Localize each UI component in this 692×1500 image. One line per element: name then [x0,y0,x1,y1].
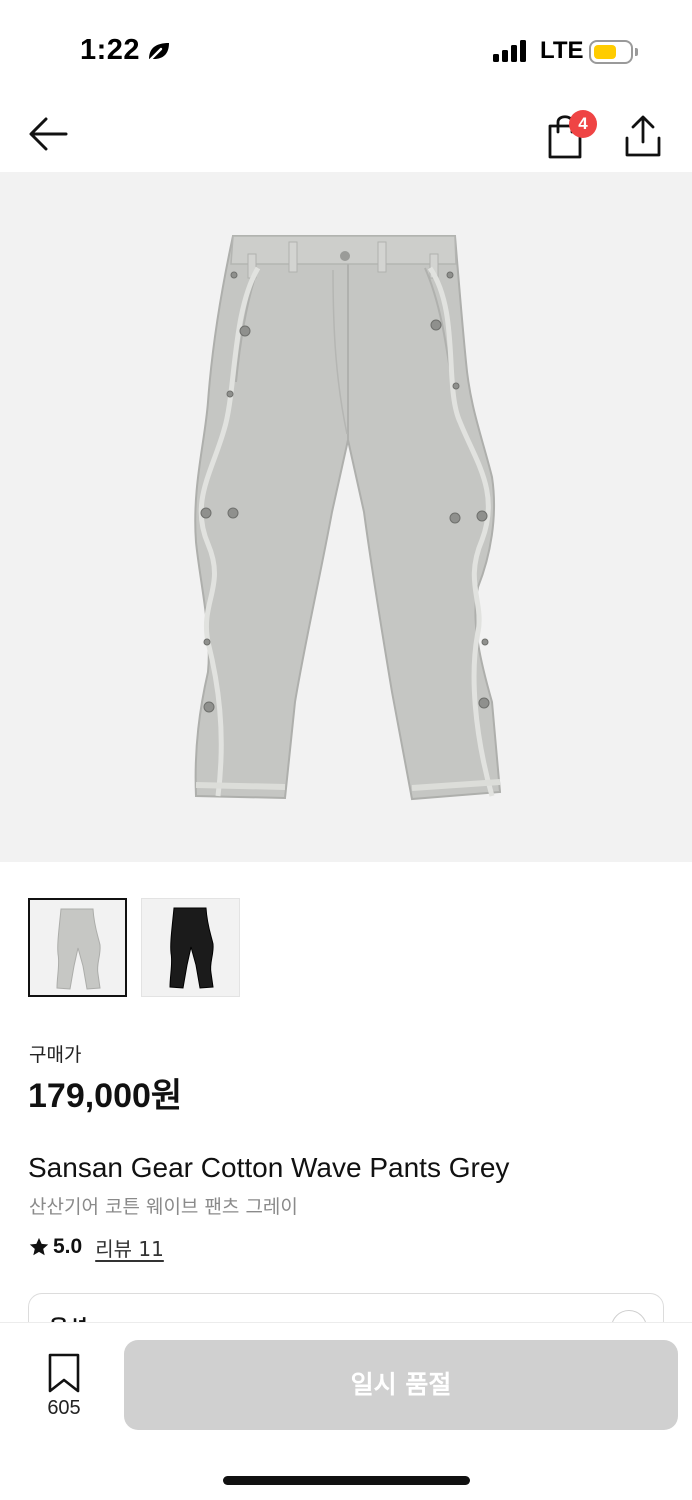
cart-count-badge: 4 [569,110,597,138]
product-price: 179,000원 [28,1077,183,1115]
bookmark-icon [48,1353,80,1393]
rating-row: 5.0 리뷰 11 [28,1233,164,1262]
product-title-ko: 산산기어 코튼 웨이브 팬츠 그레이 [29,1196,298,1218]
product-image[interactable] [0,172,692,862]
arrow-left-icon [29,117,68,151]
grey-pants-image [194,235,502,801]
grey-pants-thumbnail-image [56,908,101,990]
grey-pants-thumbnail[interactable] [28,898,127,997]
battery-level [594,45,616,59]
home-indicator[interactable] [223,1476,470,1485]
sold-out-button[interactable]: 일시 품절 [124,1340,678,1430]
wishlist-count: 605 [47,1397,81,1419]
cellular-signal-icon [493,40,529,62]
rating-score: 5.0 [53,1235,83,1258]
bottom-action-bar: 605 일시 품절 [0,1322,692,1500]
wishlist-button[interactable]: 605 [36,1353,92,1423]
leaf-icon [148,43,169,62]
product-title-en: Sansan Gear Cotton Wave Pants Grey [28,1152,510,1183]
reviews-link[interactable]: 리뷰 11 [95,1233,164,1262]
status-time: 1:22 [80,34,141,66]
battery-icon [589,40,638,64]
back-button[interactable] [26,112,72,156]
black-pants-thumbnail[interactable] [141,898,240,997]
share-button[interactable] [622,110,666,160]
network-type: LTE [540,37,584,64]
black-pants-thumbnail-image [169,907,214,989]
share-upload-icon [625,115,661,157]
star-icon [29,1237,49,1256]
price-label: 구매가 [29,1044,82,1066]
status-bar: 1:22 LTE [0,0,692,100]
